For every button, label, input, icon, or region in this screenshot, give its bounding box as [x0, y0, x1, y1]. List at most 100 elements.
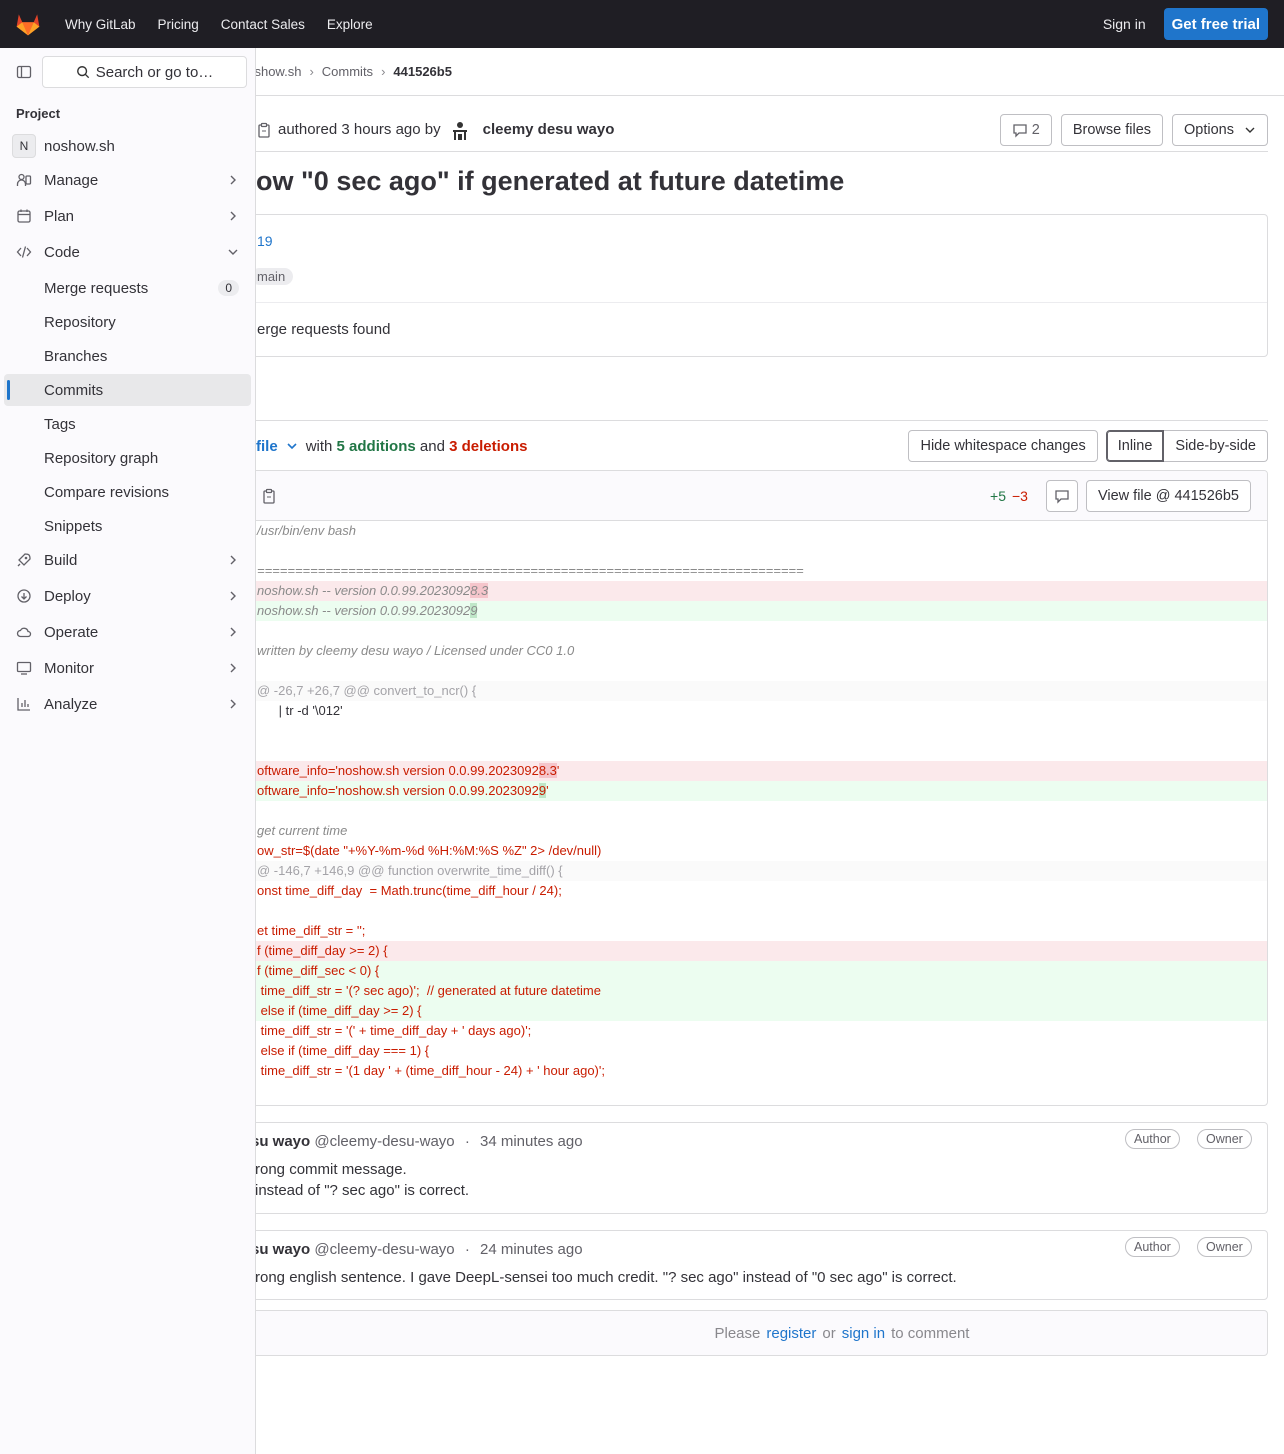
- sidebar-item-analyze[interactable]: Analyze: [4, 688, 251, 720]
- note-body-line: rong english sentence. I gave DeepL-sens…: [255, 1269, 957, 1286]
- note-time[interactable]: 24 minutes ago: [480, 1241, 583, 1258]
- parent-commit-link[interactable]: 19: [257, 233, 273, 249]
- diff-line: onst time_diff_day = Math.trunc(time_dif…: [251, 881, 1267, 901]
- diff-line-text: noshow.sh -- version 0.0.99.20230929: [257, 603, 478, 618]
- note-body: rong english sentence. I gave DeepL-sens…: [255, 1267, 957, 1288]
- sidebar-item-label: Deploy: [44, 587, 91, 605]
- sidebar: Search or go to… Project N noshow.sh Man…: [0, 48, 256, 1454]
- view-file-button[interactable]: View file @ 441526b5: [1085, 479, 1251, 512]
- search-button[interactable]: Search or go to…: [42, 56, 247, 88]
- options-dropdown[interactable]: Options: [1172, 113, 1268, 146]
- changed-files-dropdown[interactable]: file: [256, 438, 278, 455]
- author-badge: Author: [1125, 1237, 1180, 1257]
- browse-files-button[interactable]: Browse files: [1060, 113, 1164, 146]
- note-handle[interactable]: @cleemy-desu-wayo: [314, 1133, 454, 1150]
- comments-count: 2: [1031, 121, 1040, 138]
- sidebar-item-repository[interactable]: Repository: [4, 306, 251, 338]
- nav-contact-sales[interactable]: Contact Sales: [221, 17, 305, 32]
- note-body-line: rong commit message.: [255, 1161, 407, 1178]
- sidebar-item-code[interactable]: Code: [4, 236, 251, 268]
- diff-line-added: noshow.sh -- version 0.0.99.20230929: [251, 601, 1267, 621]
- project-avatar: N: [12, 134, 36, 158]
- register-link[interactable]: register: [766, 1325, 816, 1342]
- sidebar-item-merge-requests[interactable]: Merge requests 0: [4, 272, 251, 304]
- nav-pricing[interactable]: Pricing: [158, 17, 199, 32]
- chevron-down-icon[interactable]: [286, 440, 298, 452]
- sidebar-item-tags[interactable]: Tags: [4, 408, 251, 440]
- diff-line-text: | tr -d '\012': [257, 703, 343, 718]
- diff-line-text: time_diff_str = '(' + time_diff_day + ' …: [257, 1023, 532, 1038]
- with-text: with: [305, 437, 333, 455]
- diff-line-text: @ -146,7 +146,9 @@ function overwrite_ti…: [257, 863, 563, 878]
- sign-in-link[interactable]: sign in: [842, 1325, 885, 1342]
- branch-badge[interactable]: main: [251, 268, 294, 285]
- sidebar-item-label: Monitor: [44, 659, 95, 677]
- sidebar-item-project[interactable]: N noshow.sh: [4, 130, 251, 162]
- diff-line-removed: noshow.sh -- version 0.0.99.20230928.3: [251, 581, 1267, 601]
- owner-badge: Owner: [1197, 1129, 1252, 1149]
- separator-dot: ·: [464, 1241, 470, 1258]
- breadcrumb-commits[interactable]: Commits: [322, 64, 373, 79]
- diff-line: else if (time_diff_day === 1) {: [251, 1041, 1267, 1061]
- author-name[interactable]: cleemy desu wayo: [483, 121, 615, 138]
- diff-line-text: time_diff_str = '(1 day ' + (time_diff_h…: [257, 1063, 605, 1078]
- note-time[interactable]: 34 minutes ago: [480, 1133, 583, 1150]
- sidebar-item-snippets[interactable]: Snippets: [4, 510, 251, 542]
- sidebar-item-label: Merge requests: [44, 279, 149, 297]
- diff-line-text: time_diff_str = '(? sec ago)'; // genera…: [257, 983, 601, 998]
- toggle-comments-button[interactable]: [1045, 479, 1078, 512]
- diff-stats-bar: file with 5 additions and 3 deletions Hi…: [256, 430, 1268, 462]
- nav-why-gitlab[interactable]: Why GitLab: [65, 17, 136, 32]
- comment-note: su wayo @cleemy-desu-wayo · 24 minutes a…: [250, 1230, 1268, 1300]
- diff-text-highlight: 9: [470, 603, 478, 618]
- avatar[interactable]: [448, 118, 471, 141]
- calendar-icon: [17, 209, 31, 223]
- sidebar-item-plan[interactable]: Plan: [4, 200, 251, 232]
- copy-icon[interactable]: [256, 122, 272, 138]
- sidebar-item-manage[interactable]: Manage: [4, 164, 251, 196]
- side-by-side-button[interactable]: Side-by-side: [1164, 430, 1268, 462]
- chevron-down-icon: [228, 249, 238, 255]
- chevron-right-icon: [230, 699, 236, 709]
- note-handle[interactable]: @cleemy-desu-wayo: [314, 1241, 454, 1258]
- sidebar-item-branches[interactable]: Branches: [4, 340, 251, 372]
- copy-icon[interactable]: [261, 488, 277, 504]
- options-label: Options: [1184, 121, 1234, 138]
- sidebar-item-build[interactable]: Build: [4, 544, 251, 576]
- diff-line-text: oftware_info='noshow.sh version 0.0.99.2…: [257, 783, 549, 798]
- get-free-trial-button[interactable]: Get free trial: [1163, 8, 1268, 40]
- sidebar-item-deploy[interactable]: Deploy: [4, 580, 251, 612]
- nav-explore[interactable]: Explore: [327, 17, 373, 32]
- sidebar-item-compare-revisions[interactable]: Compare revisions: [4, 476, 251, 508]
- sidebar-toggle-icon[interactable]: [16, 64, 32, 80]
- commit-header: authored 3 hours ago by cleemy desu wayo…: [256, 108, 1268, 152]
- sidebar-item-repository-graph[interactable]: Repository graph: [4, 442, 251, 474]
- diff-text-segment: oftware_info='noshow.sh version 0.0.99.2…: [257, 763, 539, 778]
- diff-text-segment: noshow.sh -- version 0.0.99.2023092: [257, 603, 471, 618]
- note-header: su wayo @cleemy-desu-wayo · 24 minutes a…: [251, 1241, 583, 1258]
- sidebar-item-monitor[interactable]: Monitor: [4, 652, 251, 684]
- note-author[interactable]: su wayo: [251, 1133, 310, 1150]
- diff-line: written by cleemy desu wayo / Licensed u…: [251, 641, 1267, 661]
- diff-text-segment: noshow.sh -- version 0.0.99.2023092: [257, 583, 471, 598]
- comment-note: su wayo @cleemy-desu-wayo · 34 minutes a…: [250, 1122, 1268, 1214]
- hide-whitespace-button[interactable]: Hide whitespace changes: [908, 430, 1098, 462]
- diff-line: et time_diff_str = '';: [251, 921, 1267, 941]
- sign-in-link[interactable]: Sign in: [1103, 16, 1146, 32]
- gitlab-logo-icon[interactable]: [14, 10, 42, 38]
- sidebar-item-commits[interactable]: Commits: [4, 374, 251, 406]
- deletions-count: 3 deletions: [449, 437, 528, 455]
- sidebar-item-label: Compare revisions: [44, 483, 170, 501]
- inline-view-button[interactable]: Inline: [1105, 430, 1165, 462]
- diff-hunk-header: @ -146,7 +146,9 @@ function overwrite_ti…: [251, 861, 1267, 881]
- note-author[interactable]: su wayo: [251, 1241, 310, 1258]
- breadcrumb-sha[interactable]: 441526b5: [393, 64, 452, 79]
- comments-count-button[interactable]: 2: [999, 113, 1052, 146]
- diff-text-highlight: 8.3: [470, 583, 489, 598]
- sidebar-item-label: Repository graph: [44, 449, 159, 467]
- sidebar-item-operate[interactable]: Operate: [4, 616, 251, 648]
- diff-line-added: oftware_info='noshow.sh version 0.0.99.2…: [251, 781, 1267, 801]
- diff-line-added: f (time_diff_sec < 0) {: [251, 961, 1267, 981]
- diff-line-text: written by cleemy desu wayo / Licensed u…: [257, 643, 575, 658]
- chevron-right-icon: [230, 663, 236, 673]
